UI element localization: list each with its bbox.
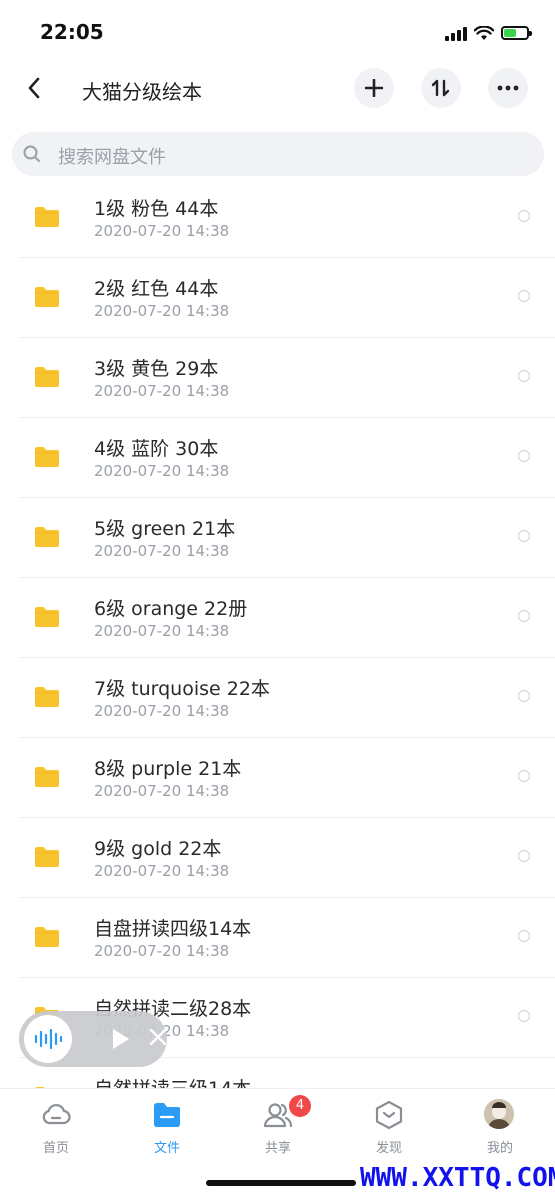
close-icon[interactable] bbox=[149, 1028, 167, 1046]
tab-label: 发现 bbox=[375, 1141, 402, 1156]
file-item[interactable]: 6级 orange 22册 2020-07-20 14:38 bbox=[0, 578, 555, 658]
folder-icon bbox=[35, 527, 59, 547]
select-checkbox[interactable] bbox=[518, 850, 530, 862]
select-checkbox[interactable] bbox=[518, 930, 530, 942]
file-date: 2020-07-20 14:38 bbox=[94, 222, 230, 240]
select-checkbox[interactable] bbox=[518, 290, 530, 302]
page-title: 大猫分级绘本 bbox=[82, 80, 202, 104]
file-item[interactable]: 3级 黄色 29本 2020-07-20 14:38 bbox=[0, 338, 555, 418]
tab-home[interactable]: 首页 bbox=[16, 1097, 96, 1157]
status-bar: 22:05 bbox=[0, 0, 555, 60]
folder-icon bbox=[35, 767, 59, 787]
sort-icon bbox=[431, 79, 450, 97]
file-item[interactable]: 5级 green 21本 2020-07-20 14:38 bbox=[0, 498, 555, 578]
file-item[interactable]: 4级 蓝阶 30本 2020-07-20 14:38 bbox=[0, 418, 555, 498]
file-date: 2020-07-20 14:38 bbox=[94, 382, 230, 400]
file-date: 2020-07-20 14:38 bbox=[94, 622, 230, 640]
file-item[interactable]: 7级 turquoise 22本 2020-07-20 14:38 bbox=[0, 658, 555, 738]
folder-icon bbox=[35, 687, 59, 707]
folder-icon bbox=[35, 847, 59, 867]
select-checkbox[interactable] bbox=[518, 690, 530, 702]
file-name: 自然拼读三级14本 bbox=[94, 1074, 251, 1088]
file-item[interactable]: 2级 红色 44本 2020-07-20 14:38 bbox=[0, 258, 555, 338]
select-checkbox[interactable] bbox=[518, 450, 530, 462]
file-item[interactable]: 自盘拼读四级14本 2020-07-20 14:38 bbox=[0, 898, 555, 978]
tab-mine[interactable]: 我的 bbox=[460, 1097, 540, 1157]
battery-icon bbox=[501, 26, 532, 40]
file-name: 9级 gold 22本 bbox=[94, 838, 222, 860]
nav-bar: 大猫分级绘本 bbox=[0, 62, 555, 118]
plus-icon bbox=[365, 79, 383, 97]
file-date: 2020-07-20 14:38 bbox=[94, 942, 230, 960]
file-name: 1级 粉色 44本 bbox=[94, 198, 219, 220]
sound-wave-icon bbox=[34, 1028, 63, 1050]
tab-files[interactable]: 文件 bbox=[127, 1097, 207, 1157]
status-icons bbox=[445, 22, 532, 44]
file-date: 2020-07-20 14:38 bbox=[94, 782, 230, 800]
file-name: 7级 turquoise 22本 bbox=[94, 678, 270, 700]
search-input[interactable]: 搜索网盘文件 bbox=[12, 132, 544, 176]
search-icon bbox=[23, 145, 40, 162]
file-name: 3级 黄色 29本 bbox=[94, 358, 219, 380]
audio-wave-button[interactable] bbox=[24, 1015, 72, 1063]
cloud-icon bbox=[42, 1104, 71, 1125]
search-placeholder: 搜索网盘文件 bbox=[58, 147, 166, 168]
home-indicator bbox=[206, 1180, 356, 1186]
tab-label: 共享 bbox=[264, 1141, 291, 1156]
file-item[interactable]: 9级 gold 22本 2020-07-20 14:38 bbox=[0, 818, 555, 898]
file-name: 自盘拼读四级14本 bbox=[94, 918, 252, 940]
add-button[interactable] bbox=[354, 68, 394, 108]
file-name: 4级 蓝阶 30本 bbox=[94, 438, 219, 460]
file-list: 1级 粉色 44本 2020-07-20 14:38 2级 红色 44本 202… bbox=[0, 178, 555, 1088]
tab-label: 首页 bbox=[42, 1141, 69, 1156]
file-name: 2级 红色 44本 bbox=[94, 278, 219, 300]
chevron-left-icon bbox=[28, 77, 40, 99]
more-icon bbox=[497, 85, 519, 91]
folder-icon bbox=[35, 207, 59, 227]
file-name: 8级 purple 21本 bbox=[94, 758, 242, 780]
file-date: 2020-07-20 14:38 bbox=[94, 862, 230, 880]
file-name: 5级 green 21本 bbox=[94, 518, 236, 540]
folder-icon bbox=[154, 1103, 180, 1127]
folder-icon bbox=[35, 367, 59, 387]
file-name: 6级 orange 22册 bbox=[94, 598, 248, 620]
tab-label: 我的 bbox=[486, 1141, 513, 1156]
more-button[interactable] bbox=[488, 68, 528, 108]
notification-badge: 4 bbox=[289, 1095, 311, 1117]
file-date: 2020-07-20 14:38 bbox=[94, 462, 230, 480]
select-checkbox[interactable] bbox=[518, 770, 530, 782]
avatar bbox=[484, 1099, 514, 1129]
select-checkbox[interactable] bbox=[518, 610, 530, 622]
file-date: 2020-07-20 14:38 bbox=[94, 302, 230, 320]
file-date: 2020-07-20 14:38 bbox=[94, 702, 230, 720]
status-time: 22:05 bbox=[40, 20, 104, 44]
watermark: WWW.XXTTQ.COM bbox=[360, 1163, 555, 1193]
signal-icon bbox=[445, 25, 467, 41]
select-checkbox[interactable] bbox=[518, 210, 530, 222]
select-checkbox[interactable] bbox=[518, 370, 530, 382]
select-checkbox[interactable] bbox=[518, 1010, 530, 1022]
tab-label: 文件 bbox=[153, 1141, 180, 1156]
sort-button[interactable] bbox=[421, 68, 461, 108]
file-item[interactable]: 8级 purple 21本 2020-07-20 14:38 bbox=[0, 738, 555, 818]
back-button[interactable] bbox=[20, 74, 48, 102]
folder-icon bbox=[35, 287, 59, 307]
folder-icon bbox=[35, 927, 59, 947]
folder-icon bbox=[35, 447, 59, 467]
folder-icon bbox=[35, 607, 59, 627]
file-item[interactable]: 1级 粉色 44本 2020-07-20 14:38 bbox=[0, 178, 555, 258]
select-checkbox[interactable] bbox=[518, 530, 530, 542]
wifi-icon bbox=[474, 25, 494, 40]
play-icon[interactable] bbox=[111, 1027, 131, 1051]
tab-discover[interactable]: 发现 bbox=[349, 1097, 429, 1157]
audio-player-widget[interactable] bbox=[19, 1011, 167, 1067]
avatar-holder bbox=[484, 1099, 516, 1131]
discover-icon bbox=[375, 1100, 403, 1130]
file-date: 2020-07-20 14:38 bbox=[94, 542, 230, 560]
